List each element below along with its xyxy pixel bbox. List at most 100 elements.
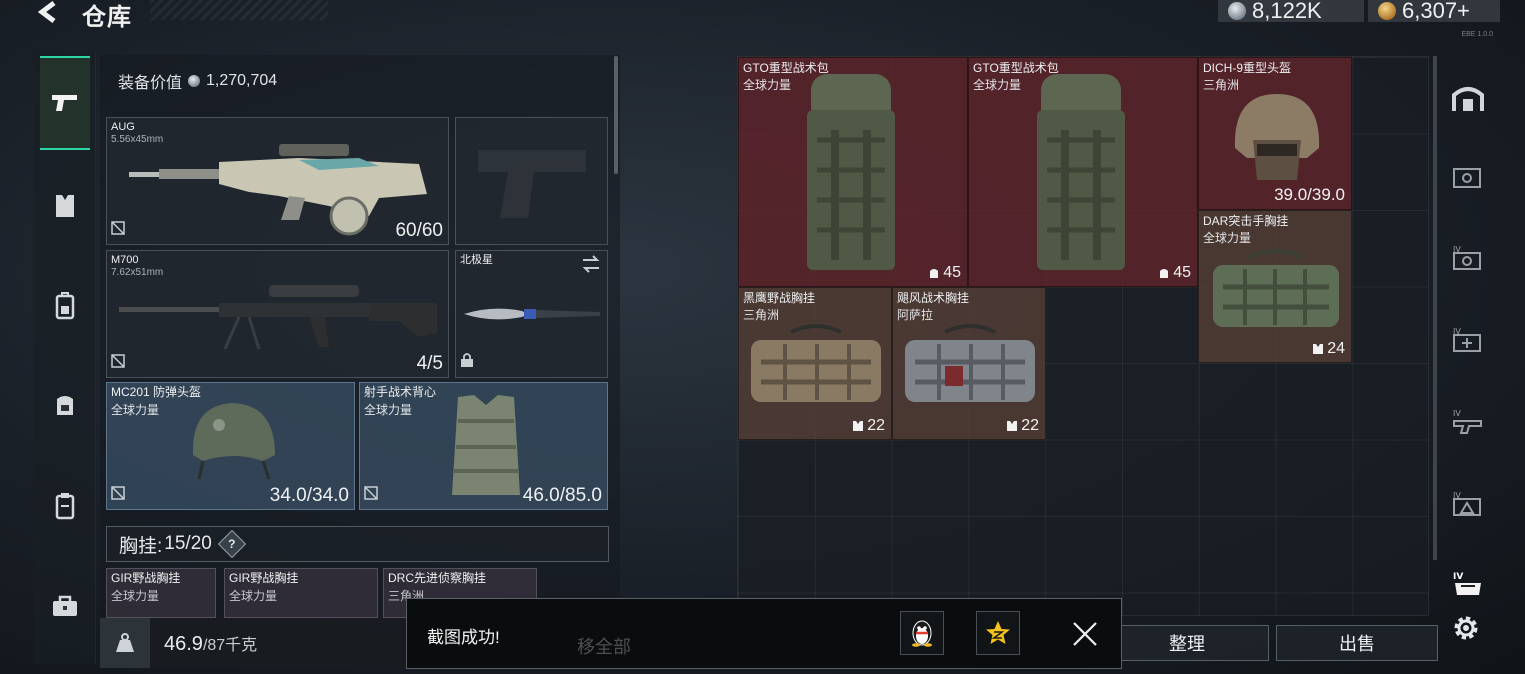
- help-symbol: ?: [228, 537, 236, 551]
- chest-rig-icon: [905, 324, 1035, 402]
- toast-message: 截图成功!: [427, 628, 500, 647]
- stash-item[interactable]: DICH-9重型头盔 三角洲 39.0/39.0: [1198, 57, 1352, 210]
- chest-rig-icon: [751, 324, 881, 402]
- storage-tab[interactable]: IV: [1448, 402, 1488, 442]
- stash-item-origin: 阿萨拉: [897, 308, 934, 322]
- unequip-icon[interactable]: [364, 486, 378, 505]
- rig-item[interactable]: GIR野战胸挂 全球力量: [224, 568, 378, 618]
- left-category-nav: [34, 52, 96, 664]
- swap-icon[interactable]: [581, 255, 601, 278]
- secondary-weapon-name: M700: [111, 254, 139, 266]
- currency-gold-value: 6,307+: [1402, 0, 1470, 23]
- backpack-item-icon: [1037, 74, 1125, 270]
- unequip-icon[interactable]: [111, 486, 125, 505]
- toolbox-icon: [53, 595, 77, 616]
- share-qzone-button[interactable]: [976, 611, 1020, 655]
- capacity-icon: [1160, 269, 1169, 278]
- storage-home[interactable]: [1448, 78, 1488, 118]
- weight-max: /87千克: [202, 636, 258, 654]
- sell-button-label: 出售: [1339, 634, 1375, 654]
- silver-coin-icon: [1228, 2, 1246, 20]
- stash-item-count: 22: [852, 417, 885, 435]
- primary-weapon-ammo: 60/60: [395, 220, 443, 241]
- stash-item[interactable]: GTO重型战术包 全球力量 45: [968, 57, 1198, 287]
- stash-item[interactable]: DAR突击手胸挂 全球力量 24: [1198, 210, 1352, 363]
- helmet-slot[interactable]: MC201 防弹头盔 全球力量 34.0/34.0: [106, 382, 355, 510]
- loadout-scrollbar[interactable]: [614, 56, 618, 174]
- sort-button-label: 整理: [1169, 634, 1205, 654]
- stash-scrollbar[interactable]: [1433, 56, 1437, 560]
- nav-containers[interactable]: [40, 482, 90, 530]
- stash-item-count: 22: [1006, 417, 1039, 435]
- aug-rifle-icon: [129, 144, 427, 236]
- rig-item[interactable]: GIR野战胸挂 全球力量: [106, 568, 216, 618]
- stash-item-count: 24: [1312, 340, 1345, 358]
- secondary-weapon-ammo: 4/5: [416, 353, 443, 374]
- weight-current: 46.9: [164, 632, 203, 655]
- stash-item-count-value: 22: [867, 417, 885, 434]
- stash-item-origin: 三角洲: [743, 308, 780, 322]
- rig-item-origin: 全球力量: [229, 589, 278, 603]
- stash-item[interactable]: GTO重型战术包 全球力量 45: [738, 57, 968, 287]
- build-tag: EBE 1.0.0: [1461, 31, 1493, 38]
- storage-tab[interactable]: [1448, 156, 1488, 196]
- m700-rifle-icon: [119, 285, 437, 350]
- vest-capacity-icon: [1313, 344, 1324, 354]
- primary-weapon-slot[interactable]: AUG 5.56x45mm 60/60: [106, 117, 449, 245]
- stash-item-name: 黑鹰野战胸挂: [743, 291, 816, 305]
- stash-grid[interactable]: GTO重型战术包 全球力量 45 GTO重型战术包 全球力量 45 DICH-9…: [737, 56, 1429, 616]
- bag-icon: [57, 396, 73, 415]
- nav-weapons[interactable]: [40, 56, 90, 150]
- weight-icon: [100, 618, 150, 668]
- ammo-box-icon: IV: [1453, 491, 1481, 516]
- nav-bags[interactable]: [40, 380, 90, 428]
- stash-item-name: DAR突击手胸挂: [1203, 214, 1289, 228]
- currency-silver[interactable]: 8,122K: [1218, 0, 1364, 23]
- nav-backpacks[interactable]: [40, 282, 90, 330]
- screenshot-toast: 移全部 截图成功!: [406, 598, 1122, 669]
- toast-close-button[interactable]: [1067, 616, 1103, 652]
- nav-vests[interactable]: [40, 182, 90, 230]
- sort-button[interactable]: 整理: [1105, 625, 1269, 661]
- unequip-icon[interactable]: [111, 221, 125, 240]
- stash-item-count-value: 39.0/39.0: [1274, 185, 1345, 204]
- storage-tab-active[interactable]: IV: [1448, 564, 1488, 604]
- backpack-icon: [55, 292, 75, 320]
- rig-capacity: 15/20: [164, 533, 212, 554]
- storage-box-icon: [1453, 168, 1481, 188]
- share-qq-button[interactable]: [900, 611, 944, 655]
- armor-slot[interactable]: 射手战术背心 全球力量 46.0/85.0: [359, 382, 608, 510]
- back-button[interactable]: [30, 0, 68, 24]
- stash-item[interactable]: 飓风战术胸挂 阿萨拉 22: [892, 287, 1046, 440]
- rig-label: 胸挂:: [119, 535, 163, 557]
- pistol-slot[interactable]: [455, 117, 608, 245]
- stash-item-count-value: 45: [943, 264, 961, 281]
- stash-item[interactable]: 黑鹰野战胸挂 三角洲 22: [738, 287, 892, 440]
- unequip-icon[interactable]: [111, 354, 125, 373]
- melee-slot[interactable]: 北极星: [455, 250, 608, 378]
- help-icon[interactable]: ?: [217, 529, 246, 559]
- currency-gold[interactable]: 6,307+: [1368, 0, 1500, 23]
- stash-item-name: DICH-9重型头盔: [1203, 61, 1292, 75]
- storage-tab[interactable]: IV: [1448, 320, 1488, 360]
- stash-item-count: 45: [1158, 264, 1191, 282]
- close-icon: [1073, 622, 1097, 646]
- sell-button[interactable]: 出售: [1276, 625, 1438, 661]
- weapon-box-icon: IV: [1453, 409, 1482, 434]
- storage-tab[interactable]: IV: [1448, 238, 1488, 278]
- helmet-icon: [192, 403, 275, 480]
- secondary-weapon-slot[interactable]: M700 7.62x51mm 4/5: [106, 250, 449, 378]
- nav-toolbox[interactable]: [40, 582, 90, 630]
- storage-tab[interactable]: IV: [1448, 484, 1488, 524]
- right-storage-nav: IV IV IV IV IV: [1440, 56, 1494, 616]
- equip-value: 装备价值 1,270,704: [118, 69, 277, 93]
- helmet-origin: 全球力量: [111, 403, 160, 417]
- stash-item-origin: 全球力量: [1203, 231, 1252, 245]
- currency-silver-value: 8,122K: [1252, 0, 1322, 23]
- settings-button[interactable]: [1448, 608, 1484, 648]
- rig-item-origin: 全球力量: [111, 589, 160, 603]
- primary-weapon-name: AUG: [111, 121, 135, 133]
- equip-value-label: 装备价值: [118, 75, 183, 92]
- armor-name: 射手战术背心: [364, 385, 437, 399]
- weight-bar: 46.9/87千克: [100, 618, 406, 668]
